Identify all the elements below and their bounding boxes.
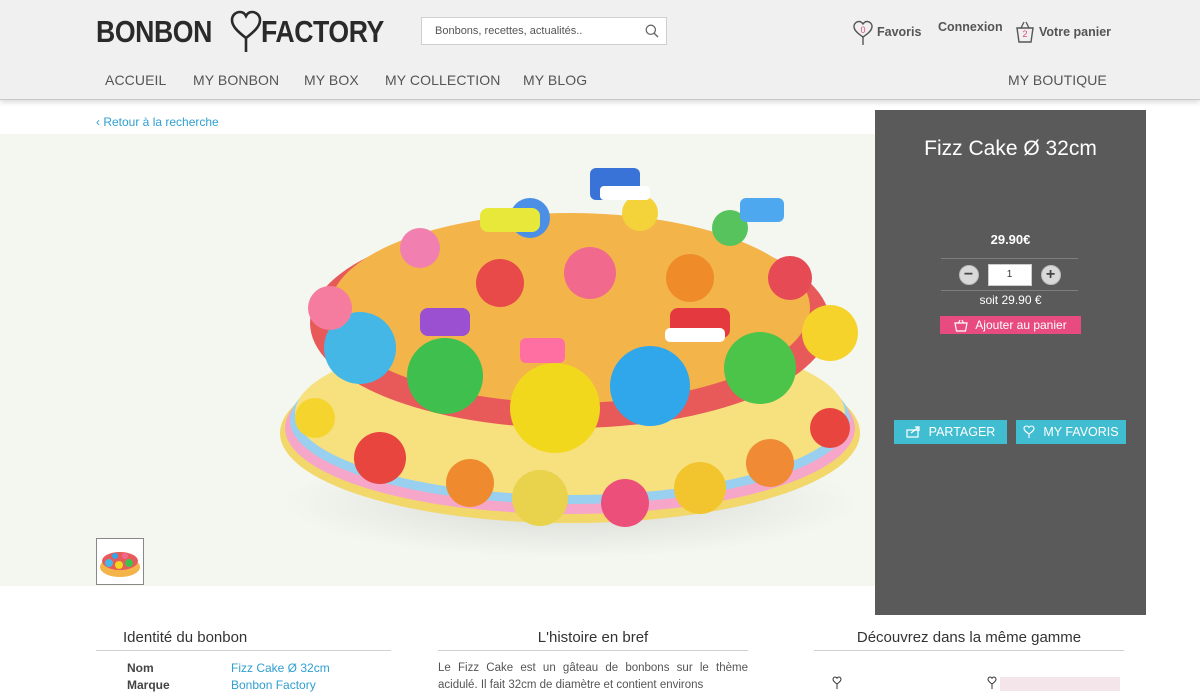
minus-icon[interactable]: − [958,264,979,285]
story-section-title: L'histoire en bref [537,629,649,646]
quantity-stepper: − + [941,258,1078,291]
cart-label: Votre panier [1039,25,1112,39]
quantity-input[interactable] [987,263,1032,286]
share-icon [906,426,920,438]
share-button[interactable]: PARTAGER [894,420,1007,444]
product-price: 29.90€ [990,232,1031,247]
nav-item-my-collection[interactable]: MY COLLECTION [385,72,500,88]
story-text: Le Fizz Cake est un gâteau de bonbons su… [438,662,748,691]
identity-value-nom[interactable]: Fizz Cake Ø 32cm [231,661,330,675]
product-panel: Fizz Cake Ø 32cm 29.90€ − + soit 29.90 €… [875,110,1146,615]
favoris-label: Favoris [877,25,922,39]
plus-icon[interactable]: + [1040,264,1061,285]
identity-divider [96,650,391,651]
nav-item-my-boutique[interactable]: MY BOUTIQUE [1008,72,1107,88]
story-divider [438,650,748,651]
subtotal-text: soit 29.90 € [979,293,1042,307]
main-nav: ACCUEIL MY BONBON MY BOX MY COLLECTION M… [0,72,1200,92]
basket-icon: 2 [1014,20,1036,44]
identity-label-nom: Nom [127,661,154,675]
heart-icon [1023,425,1035,438]
add-to-cart-button[interactable]: Ajouter au panier [940,316,1081,334]
nav-item-my-box[interactable]: MY BOX [304,72,359,88]
back-to-search-link[interactable]: ‹ Retour à la recherche [96,115,219,129]
range-divider [814,650,1124,651]
nav-item-accueil[interactable]: ACCUEIL [105,72,166,88]
product-title: Fizz Cake Ø 32cm [924,137,1097,160]
favoris-link[interactable]: 0 Favoris [852,20,922,45]
product-thumbnail[interactable] [96,538,144,585]
range-section-title: Découvrez dans la même gamme [856,629,1082,646]
logo-text-left: BONBON [96,14,212,49]
search-input[interactable] [422,25,638,37]
heart-pin-icon[interactable] [987,676,997,690]
identity-value-marque[interactable]: Bonbon Factory [231,678,316,692]
cart-link[interactable]: 2 Votre panier [1014,20,1111,44]
basket-icon [954,319,969,332]
add-to-cart-label: Ajouter au panier [975,318,1067,332]
favoris-count: 0 [860,25,866,35]
range-product-image[interactable] [1000,677,1120,691]
my-favoris-button[interactable]: MY FAVORIS [1016,420,1126,444]
search-icon[interactable] [638,18,666,44]
identity-label-marque: Marque [127,678,170,692]
heart-pin-icon[interactable] [832,676,842,690]
logo-text-right: FACTORY [260,14,384,49]
my-favoris-label: MY FAVORIS [1043,425,1119,439]
site-logo[interactable]: BONBON FACTORY [96,10,404,54]
share-label: PARTAGER [928,425,996,439]
nav-item-my-bonbon[interactable]: MY BONBON [193,72,279,88]
heart-lollipop-icon [230,10,262,52]
nav-item-my-blog[interactable]: MY BLOG [523,72,587,88]
site-header: BONBON FACTORY 0 Favoris Connexion 2 Vot… [0,0,1200,100]
search-box [421,17,667,45]
heart-icon: 0 [852,20,874,45]
connexion-link[interactable]: Connexion [938,20,1003,34]
identity-section-title: Identité du bonbon [123,629,248,646]
connexion-label: Connexion [938,20,1003,34]
product-image [280,168,860,558]
cart-count: 2 [1022,29,1028,39]
